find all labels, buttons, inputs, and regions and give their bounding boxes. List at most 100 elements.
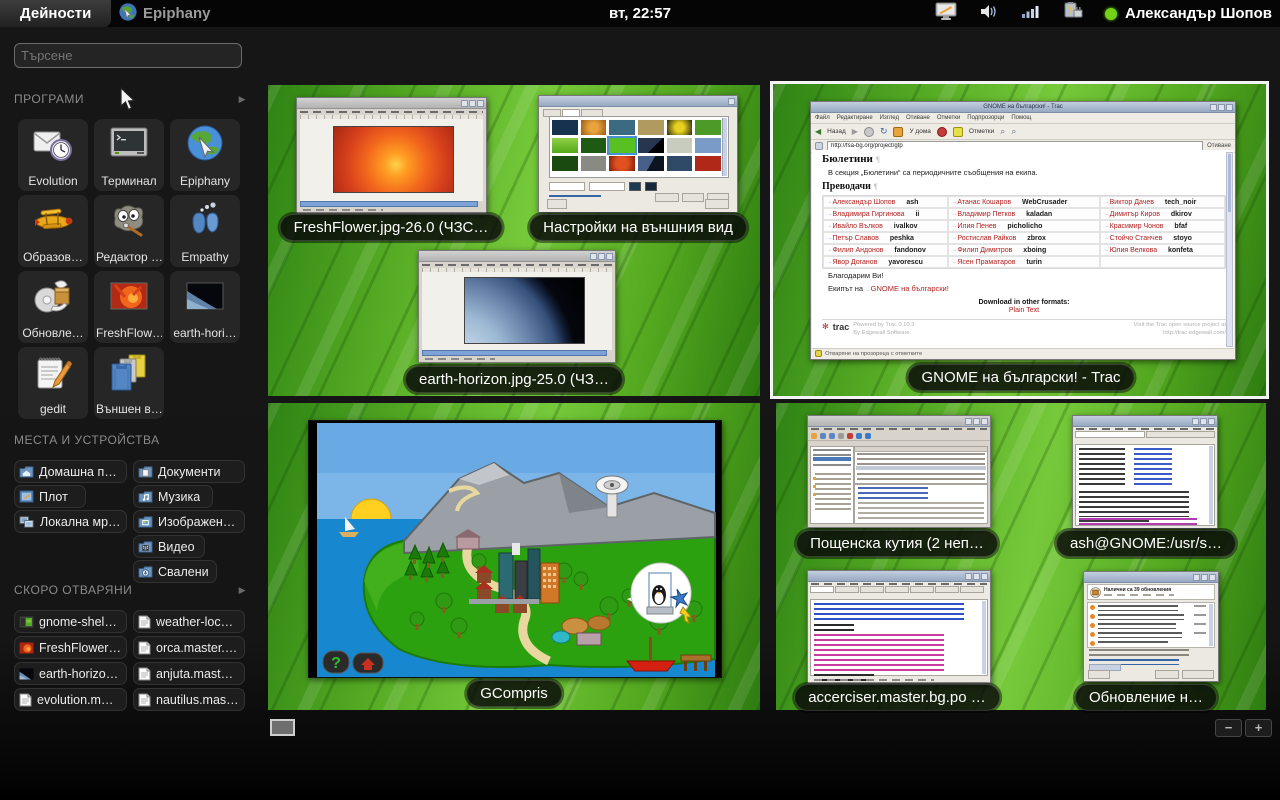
display-icon[interactable] — [935, 2, 957, 26]
app-terminal[interactable]: Терминал — [94, 119, 164, 191]
app-freshflower-image[interactable]: FreshFlow… — [94, 271, 164, 343]
terminal-content[interactable] — [1075, 444, 1215, 526]
recent-nautilus-po[interactable]: nautilus.mas… — [133, 688, 245, 711]
recent-evolution-po[interactable]: evolution.m… — [14, 688, 127, 711]
place-local-network[interactable]: Локална мр… — [14, 510, 127, 533]
mail-message-list[interactable] — [854, 446, 988, 484]
terminal-scrollbar[interactable] — [1209, 446, 1213, 524]
get-more-backgrounds-link[interactable] — [549, 195, 601, 197]
place-videos[interactable]: Видео — [133, 535, 205, 558]
svg-text:?: ? — [331, 655, 341, 672]
activities-button[interactable]: Дейности — [0, 0, 111, 27]
window-gcompris[interactable]: ? — [308, 420, 722, 678]
app-gedit[interactable]: gedit — [18, 347, 88, 419]
app-appearance[interactable]: Външен в… — [94, 347, 164, 419]
help-button[interactable]: ? — [323, 651, 349, 673]
terminal-tabs[interactable] — [1073, 431, 1217, 438]
add-workspace-button[interactable]: + — [1245, 719, 1272, 737]
browser-toolbar[interactable]: ◀ Назад ▶ ↻ У дома Отметки ⌕ ⌕ — [811, 124, 1235, 140]
window-gimp-earth[interactable] — [418, 250, 616, 363]
recent-freshflower[interactable]: FreshFlower… — [14, 636, 127, 659]
home-icon[interactable] — [893, 127, 903, 137]
gimp-hscrollbar[interactable] — [422, 350, 607, 356]
reload-icon[interactable]: ↻ — [880, 126, 888, 137]
wallpaper-scrollbar[interactable] — [722, 118, 727, 176]
stop-icon[interactable] — [864, 127, 874, 137]
app-menu[interactable]: Epiphany — [118, 0, 211, 27]
place-documents[interactable]: Документи — [133, 460, 245, 483]
gedit-content[interactable] — [810, 599, 988, 676]
window-appearance[interactable] — [538, 95, 738, 213]
gimp-hscrollbar[interactable] — [300, 201, 478, 207]
wallpaper-grid[interactable] — [549, 116, 729, 178]
apps-expand-icon[interactable]: ▶ — [239, 94, 246, 105]
window-gimp-freshflower[interactable] — [296, 97, 487, 214]
updates-buttons[interactable] — [1155, 670, 1214, 679]
app-empathy[interactable]: Empathy — [170, 195, 240, 267]
mail-toolbar[interactable] — [808, 431, 990, 441]
zoom-out-icon[interactable]: ⌕ — [1011, 126, 1016, 137]
recent-gnome-shell[interactable]: gnome-shel… — [14, 610, 127, 633]
pilcrow-icon[interactable]: ¶ — [873, 182, 877, 191]
place-home[interactable]: Домашна п… — [14, 460, 127, 483]
place-music[interactable]: Музика — [133, 485, 213, 508]
back-icon[interactable]: ◀ — [815, 127, 821, 136]
recent-anjuta-po[interactable]: anjuta.mast… — [133, 662, 245, 685]
visit-url[interactable]: http://trac.edgewall.com/ — [1163, 330, 1226, 336]
user-menu[interactable]: Александър Шопов — [1105, 5, 1272, 22]
gedit-tabs[interactable] — [808, 586, 990, 593]
recent-expand-icon[interactable]: ▶ — [239, 585, 246, 596]
app-evolution[interactable]: Evolution — [18, 119, 88, 191]
search-input[interactable] — [14, 43, 242, 68]
browser-scrollbar[interactable] — [1226, 152, 1233, 347]
place-label: Свалени — [158, 565, 209, 579]
mail-folder-tree[interactable] — [810, 446, 854, 524]
recent-weather-locations[interactable]: weather-loc… — [133, 610, 245, 633]
team-link[interactable]: GNOME на български! — [871, 284, 949, 293]
bookmarks-label[interactable]: Отметки — [969, 128, 994, 135]
bookmarks-icon[interactable] — [953, 127, 963, 137]
forward-icon[interactable]: ▶ — [852, 127, 858, 136]
help-button[interactable] — [547, 199, 567, 209]
app-earth-image[interactable]: earth-hori… — [170, 271, 240, 343]
window-epiphany-trac[interactable]: GNOME на български! - Trac ФайлРедактира… — [810, 101, 1236, 360]
trac-logo-text[interactable]: trac — [833, 322, 850, 332]
network-signal-icon[interactable] — [1021, 2, 1041, 26]
place-desktop[interactable]: Плот — [14, 485, 86, 508]
selected-wallpaper[interactable] — [609, 138, 635, 153]
home-label[interactable]: У дома — [909, 128, 930, 135]
close-button[interactable] — [705, 199, 729, 209]
pilcrow-icon[interactable]: ¶ — [876, 155, 880, 164]
clock[interactable]: вт, 22:57 — [609, 0, 671, 27]
workspace-indicator[interactable] — [270, 719, 295, 736]
mail-preview-pane[interactable] — [854, 484, 988, 524]
place-pictures[interactable]: Изображен… — [133, 510, 245, 533]
browser-menubar[interactable]: ФайлРедактиране ИзгледОтиване ОтметкиПод… — [811, 113, 1235, 124]
recent-orca-po[interactable]: orca.master.… — [133, 636, 245, 659]
recent-earth-horizon[interactable]: earth-horizo… — [14, 662, 127, 685]
gedit-scrollbar[interactable] — [982, 601, 986, 674]
window-terminal[interactable] — [1072, 415, 1218, 529]
place-downloads[interactable]: Свалени — [133, 560, 217, 583]
window-update-manager[interactable]: Налични са 39 обновления — [1083, 571, 1219, 682]
zoom-in-icon[interactable]: ⌕ — [1000, 126, 1005, 137]
app-epiphany[interactable]: Epiphany — [170, 119, 240, 191]
remove-workspace-button[interactable]: − — [1215, 719, 1242, 737]
window-gedit-po[interactable] — [807, 570, 991, 684]
wallpaper-options[interactable] — [549, 182, 657, 191]
plain-text-link[interactable]: Plain Text — [822, 307, 1226, 314]
updates-help-button[interactable] — [1088, 670, 1110, 679]
app-gimp[interactable]: Редактор … — [94, 195, 164, 267]
home-button[interactable] — [353, 653, 383, 673]
updates-scrollbar[interactable] — [1209, 604, 1213, 646]
go-button[interactable]: Отиване — [1207, 143, 1231, 149]
app-software-update[interactable]: Обновле… — [18, 271, 88, 343]
updates-list[interactable] — [1087, 602, 1215, 648]
back-label[interactable]: Назад — [827, 128, 846, 135]
window-buttons[interactable] — [1210, 104, 1233, 111]
app-gcompris[interactable]: Образов… — [18, 195, 88, 267]
volume-icon[interactable] — [978, 2, 1000, 26]
window-evolution-mail[interactable] — [807, 415, 991, 528]
history-icon[interactable] — [937, 127, 947, 137]
battery-icon[interactable] — [1062, 1, 1084, 26]
